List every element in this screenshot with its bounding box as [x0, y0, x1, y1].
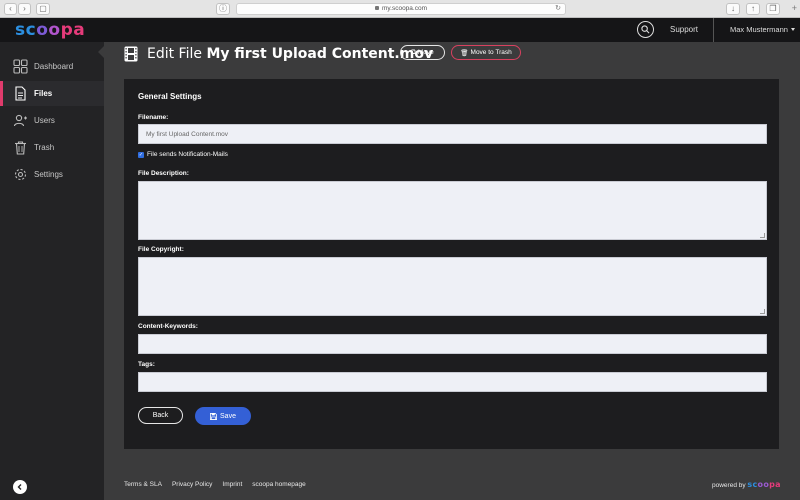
sidebar-item-label: Dashboard [34, 62, 74, 71]
footer-link-imprint[interactable]: Imprint [222, 481, 242, 488]
copyright-textarea[interactable] [138, 257, 767, 316]
download-icon[interactable]: ↓ [726, 3, 740, 15]
move-label: Move [417, 49, 434, 56]
footer-link-homepage[interactable]: scoopa homepage [252, 481, 306, 488]
filename-input[interactable]: My first Upload Content.mov [138, 124, 767, 144]
checkmark-icon: ✓ [138, 151, 144, 158]
powered-by-text: powered by [712, 482, 746, 489]
lock-icon [374, 6, 379, 10]
back-button[interactable]: Back [138, 407, 183, 424]
forward-arrow-icon[interactable]: › [18, 3, 31, 15]
footer-link-privacy[interactable]: Privacy Policy [172, 481, 212, 488]
copyright-label: File Copyright: [138, 246, 184, 253]
sidebar-item-label: Trash [34, 143, 55, 152]
scoopa-logo[interactable]: scoopa [15, 20, 85, 40]
sidebar-item-users[interactable]: Users [0, 108, 104, 133]
sidebar: Dashboard Files Users Trash Settings [0, 42, 104, 500]
title-filename: My first Upload Content.mov [206, 46, 434, 62]
resize-handle-icon[interactable] [760, 233, 765, 238]
keywords-label: Content-Keywords: [138, 323, 198, 330]
collapse-sidebar-button[interactable] [13, 480, 27, 494]
sidebar-item-label: Users [34, 116, 55, 125]
notification-label: File sends Notification-Mails [147, 151, 228, 158]
resize-handle-icon[interactable] [760, 309, 765, 314]
move-to-trash-button[interactable]: 🗑 Move to Trash [451, 45, 521, 60]
active-notch [98, 46, 104, 58]
app-header: scoopa Support Max Mustermann [0, 18, 800, 42]
chevron-down-icon [790, 28, 795, 31]
move-icon: ⧉ [411, 48, 416, 56]
back-arrow-icon[interactable]: ‹ [4, 3, 17, 15]
description-textarea[interactable] [138, 181, 767, 240]
filename-value: My first Upload Content.mov [146, 130, 229, 138]
footer-links: Terms & SLA Privacy Policy Imprint scoop… [124, 481, 306, 488]
chevron-left-icon [17, 484, 22, 490]
sidebar-toggle-icon[interactable]: ▢ [36, 3, 50, 15]
trash-icon [15, 141, 26, 155]
header-divider [713, 18, 714, 42]
tags-input[interactable] [138, 372, 767, 392]
grid-icon [13, 59, 28, 74]
browser-toolbar: ‹ › ▢ ⓘ my.scoopa.com ↻ ↓ ↑ ❐ + [0, 0, 800, 18]
new-tab-icon[interactable]: + [792, 3, 797, 13]
search-button[interactable] [637, 21, 654, 38]
sidebar-item-files[interactable]: Files [0, 81, 104, 106]
move-button[interactable]: ⧉ Move [400, 45, 445, 60]
save-label: Save [220, 412, 236, 420]
tabs-icon[interactable]: ❐ [766, 3, 780, 15]
sidebar-item-trash[interactable]: Trash [0, 135, 104, 160]
film-icon [124, 46, 138, 62]
search-icon [641, 25, 650, 34]
user-name: Max Mustermann [730, 25, 788, 34]
trash-small-icon: 🗑 [460, 49, 469, 57]
powered-by-logo[interactable]: scoopa [747, 480, 780, 489]
url-text: my.scoopa.com [381, 5, 428, 12]
keywords-input[interactable] [138, 334, 767, 354]
description-label: File Description: [138, 170, 189, 177]
reload-icon[interactable]: ↻ [555, 4, 561, 14]
user-menu[interactable]: Max Mustermann [730, 18, 795, 42]
powered-by: powered by scoopa [712, 480, 781, 489]
title-prefix: Edit File [147, 46, 202, 62]
sidebar-item-settings[interactable]: Settings [0, 162, 104, 187]
page-title: Edit File My first Upload Content.mov [147, 45, 433, 63]
sidebar-item-dashboard[interactable]: Dashboard [0, 54, 104, 79]
url-bar[interactable]: my.scoopa.com ↻ [236, 3, 566, 15]
sidebar-item-label: Settings [34, 170, 63, 179]
share-icon[interactable]: ↑ [746, 3, 760, 15]
support-link[interactable]: Support [670, 18, 698, 42]
sidebar-item-label: Files [34, 89, 53, 98]
active-indicator [0, 81, 3, 106]
save-icon [210, 412, 217, 420]
section-title: General Settings [138, 92, 202, 101]
save-button[interactable]: Save [195, 407, 251, 425]
notification-checkbox[interactable]: ✓ [138, 151, 144, 158]
gear-icon [14, 168, 27, 181]
move-to-trash-label: Move to Trash [470, 49, 512, 56]
privacy-icon[interactable]: ⓘ [216, 3, 230, 15]
filename-label: Filename: [138, 114, 169, 121]
footer-link-terms[interactable]: Terms & SLA [124, 481, 162, 488]
tags-label: Tags: [138, 361, 155, 368]
notification-checkbox-row[interactable]: ✓ File sends Notification-Mails [138, 151, 228, 158]
file-icon [15, 86, 26, 101]
user-add-icon [13, 114, 27, 127]
